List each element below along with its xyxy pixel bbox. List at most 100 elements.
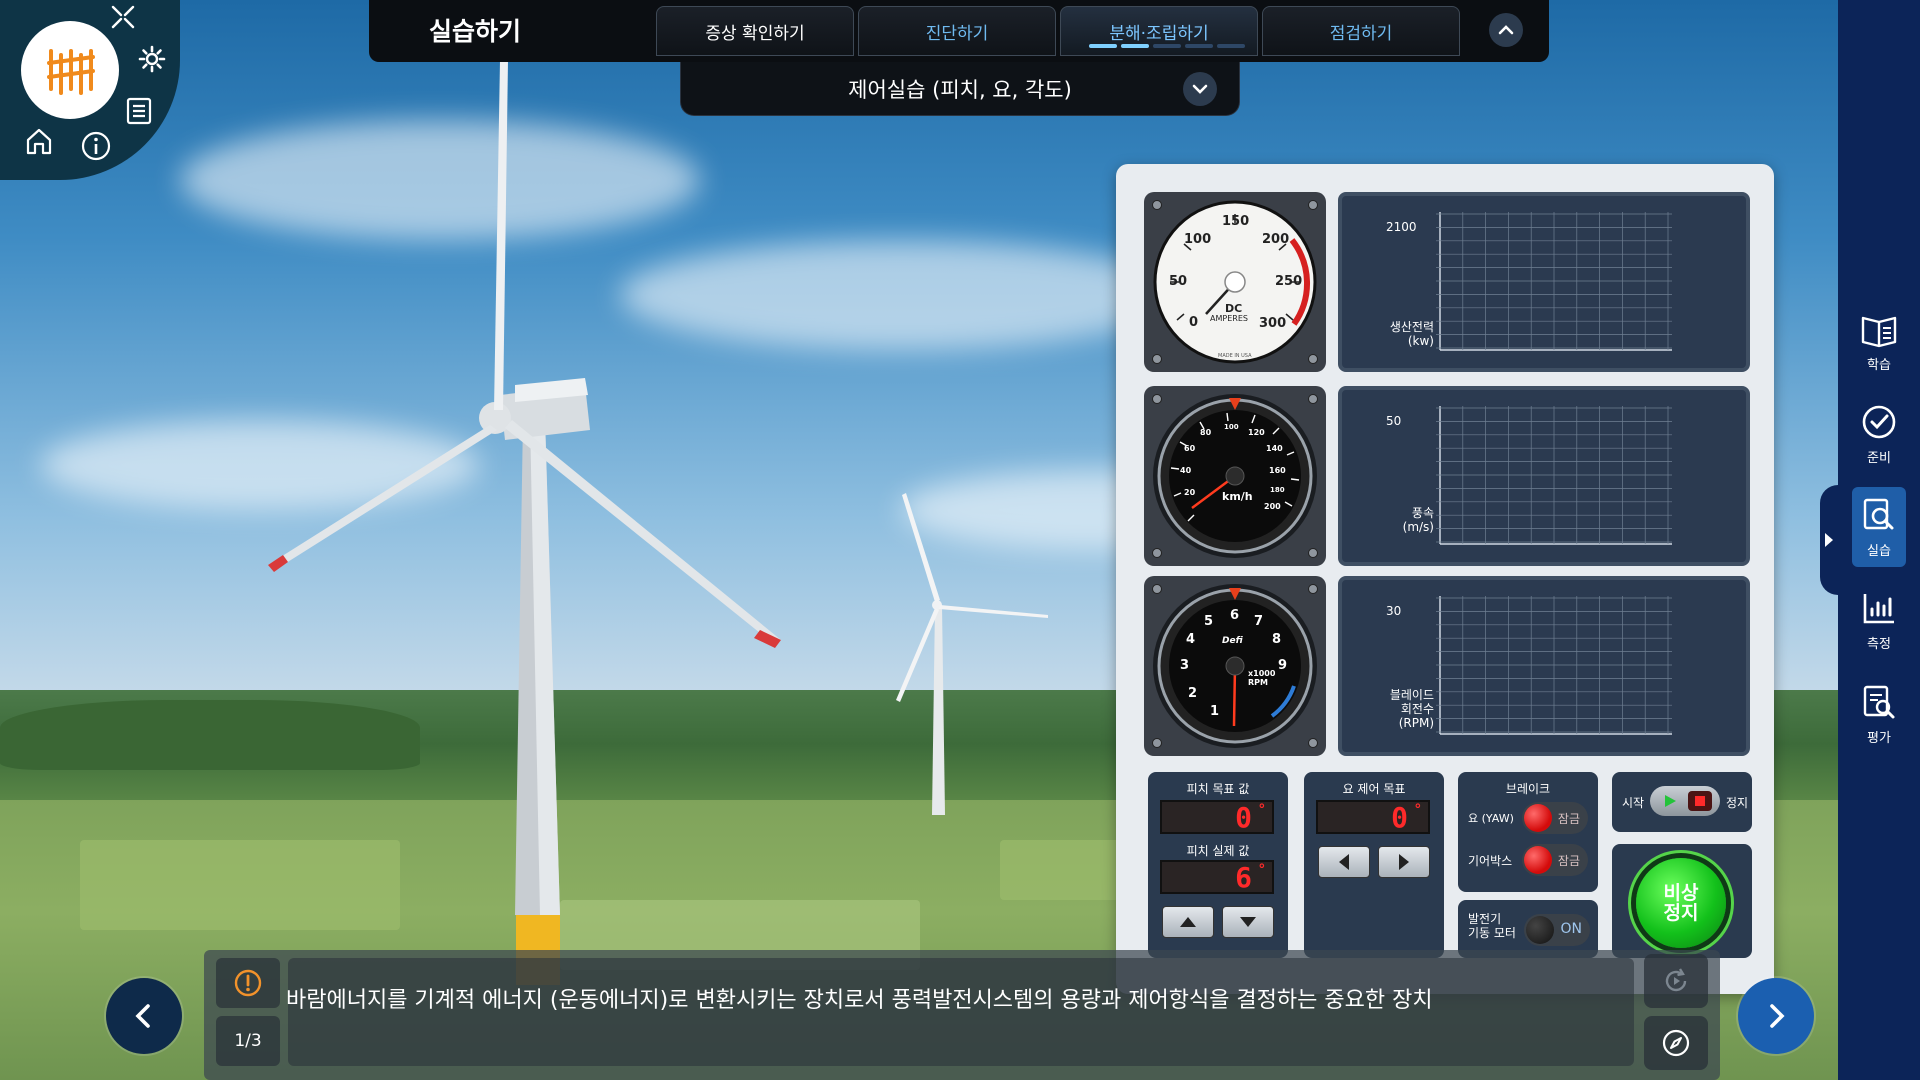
info-icon[interactable] — [79, 129, 113, 163]
sidebar-item-label: 평가 — [1867, 730, 1891, 746]
alert-button[interactable] — [216, 958, 280, 1008]
home-icon[interactable] — [22, 124, 56, 158]
tab-label: 증상 확인하기 — [705, 23, 805, 44]
sidebar-item-practice[interactable]: 실습 — [1852, 487, 1906, 567]
brake-title: 브레이크 — [1505, 782, 1551, 796]
close-icon[interactable] — [106, 0, 140, 34]
gauge-tick-label: 200 — [1264, 502, 1281, 511]
degree-symbol: ° — [1413, 802, 1422, 818]
pitch-up-button[interactable] — [1162, 906, 1214, 938]
book-icon — [1861, 316, 1897, 347]
emergency-stop-button[interactable]: 비상 정지 — [1636, 858, 1726, 948]
generator-motor-toggle[interactable]: ON — [1524, 914, 1590, 946]
generator-motor-label: 발전기 기동 모터 — [1468, 912, 1516, 940]
degree-symbol: ° — [1257, 802, 1266, 818]
sidebar-item-prepare[interactable]: 준비 — [1852, 394, 1906, 474]
pitch-actual-label: 피치 실제 값 — [1186, 844, 1250, 858]
sidebar-item-learn[interactable]: 학습 — [1852, 302, 1906, 382]
gauge-unit: x1000 RPM — [1248, 669, 1276, 687]
graph-axis-label: 블레이드 회전수 (RPM) — [1352, 688, 1434, 730]
sub-step-selector[interactable]: 제어실습 (피치, 요, 각도) — [680, 62, 1240, 116]
sidebar-toggle-button[interactable] — [1820, 485, 1838, 595]
gauge-unit: AMPERES — [1210, 314, 1248, 323]
tab-inspection[interactable]: 점검하기 — [1262, 6, 1460, 56]
gauge-tick-label: 100 — [1184, 232, 1212, 247]
tab-label: 점검하기 — [1329, 23, 1393, 44]
toggle-knob — [1526, 916, 1554, 944]
tab-symptom-check[interactable]: 증상 확인하기 — [656, 6, 854, 56]
yaw-target-value: 0 — [1391, 800, 1408, 834]
right-sidebar: 학습 준비 실습 측정 평가 — [1838, 0, 1920, 1080]
app-logo[interactable] — [21, 21, 119, 119]
pitch-target-display: 0 ° — [1160, 800, 1274, 834]
collapse-nav-button[interactable] — [1489, 13, 1523, 47]
gauge-tick-label: 80 — [1200, 428, 1212, 437]
list-icon[interactable] — [122, 94, 156, 128]
emergency-label-line: 정지 — [1663, 902, 1699, 924]
gauge-tick-label: 120 — [1248, 428, 1265, 437]
gauge-tick-label: 4 — [1186, 632, 1196, 647]
check-circle-icon — [1862, 405, 1896, 438]
replay-button[interactable] — [1644, 954, 1708, 1008]
graph-label-line: 블레이드 — [1389, 688, 1434, 702]
run-control-box: 시작 정지 — [1612, 772, 1752, 832]
compass-icon — [1662, 1029, 1690, 1057]
caret-right-icon — [1825, 533, 1833, 547]
gear-icon[interactable] — [135, 42, 169, 76]
gauge-brand: Defi — [1222, 636, 1243, 646]
gauge-tick-label: 140 — [1266, 444, 1283, 453]
start-label: 시작 — [1622, 796, 1645, 810]
power-graph: 2100 생산전력 (kw) — [1338, 192, 1750, 372]
blade-rpm-graph: 30 블레이드 회전수 (RPM) — [1338, 576, 1750, 756]
gauge-tick-label: 100 — [1224, 423, 1239, 431]
yaw-brake-toggle[interactable]: 잠금 — [1522, 802, 1588, 834]
degree-symbol: ° — [1257, 862, 1266, 878]
yaw-brake-state: 잠금 — [1557, 812, 1580, 826]
tab-diagnosis[interactable]: 진단하기 — [858, 6, 1056, 56]
sidebar-item-measure[interactable]: 측정 — [1852, 580, 1906, 660]
previous-button[interactable] — [106, 978, 182, 1054]
generator-label-line: 기동 모터 — [1468, 926, 1516, 940]
yaw-left-button[interactable] — [1318, 846, 1370, 878]
sub-step-dropdown-button[interactable] — [1183, 72, 1217, 106]
yaw-target-label: 요 제어 목표 — [1342, 782, 1406, 796]
progress-segment — [1153, 44, 1181, 48]
triangle-left-icon — [1339, 854, 1349, 870]
gauge-tick-label: 6 — [1230, 608, 1240, 623]
sub-step-label: 제어실습 (피치, 요, 각도) — [848, 78, 1072, 102]
logo-icon — [47, 49, 95, 95]
replay-icon — [1665, 968, 1687, 992]
ammeter-gauge: 0 50 100 150 200 250 300 DC AMPERES MADE… — [1144, 192, 1326, 372]
progress-segment — [1121, 44, 1149, 48]
yaw-right-button[interactable] — [1378, 846, 1430, 878]
pitch-actual-value: 6 — [1235, 860, 1252, 894]
chevron-left-icon — [135, 1004, 150, 1028]
graph-label-line: 회전수 — [1400, 702, 1434, 716]
triangle-up-icon — [1180, 917, 1196, 927]
page-indicator: 1/3 — [216, 1016, 280, 1066]
yaw-brake-label: 요 (YAW) — [1468, 812, 1514, 825]
speedometer-gauge: 20 40 60 80 100 120 140 160 180 200 km/h — [1144, 386, 1326, 566]
gearbox-brake-toggle[interactable]: 잠금 — [1522, 844, 1588, 876]
gauge-tick-label: 8 — [1272, 632, 1282, 647]
graph-label-line: 풍속 — [1411, 506, 1434, 520]
generator-label-line: 발전기 — [1468, 912, 1502, 926]
progress-segment — [1217, 44, 1245, 48]
stop-button[interactable] — [1688, 791, 1712, 811]
graph-grid — [1436, 212, 1672, 351]
start-button[interactable] — [1658, 791, 1682, 811]
stop-label: 정지 — [1726, 796, 1749, 810]
sidebar-item-label: 측정 — [1867, 636, 1891, 652]
compass-button[interactable] — [1644, 1016, 1708, 1070]
next-button[interactable] — [1738, 978, 1814, 1054]
yaw-control-box: 요 제어 목표 0 ° — [1304, 772, 1444, 958]
graph-grid — [1436, 406, 1672, 545]
graph-axis-label: 풍속 (m/s) — [1352, 506, 1434, 534]
tab-disassembly[interactable]: 분해·조립하기 — [1060, 6, 1258, 56]
pitch-down-button[interactable] — [1222, 906, 1274, 938]
gauge-tick-label: 300 — [1259, 316, 1287, 331]
sidebar-item-evaluate[interactable]: 평가 — [1852, 674, 1906, 754]
stop-icon — [1695, 796, 1705, 806]
pitch-actual-display: 6 ° — [1160, 860, 1274, 894]
gauge-tick-label: 250 — [1275, 274, 1303, 289]
